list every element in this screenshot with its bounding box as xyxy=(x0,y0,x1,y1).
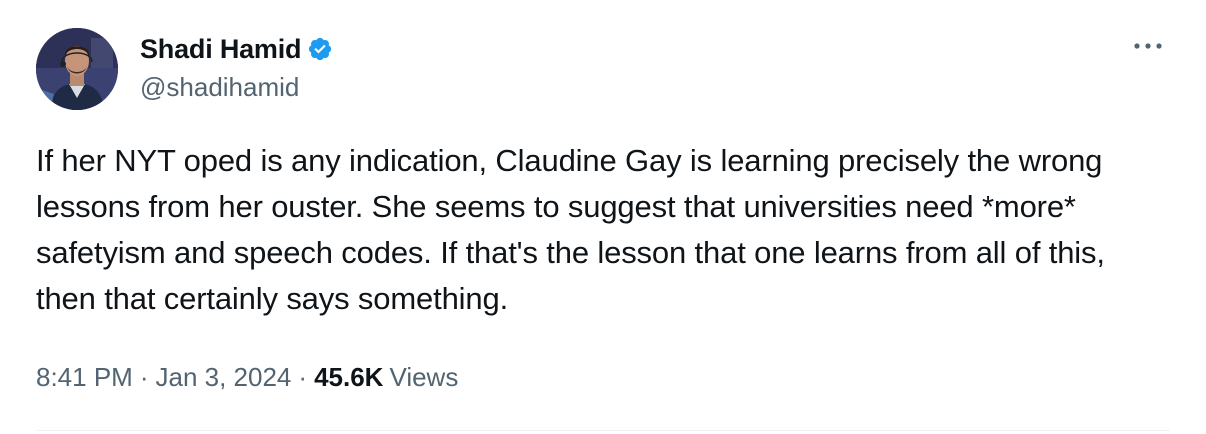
more-options-icon[interactable] xyxy=(1128,34,1168,58)
tweet-text: If her NYT oped is any indication, Claud… xyxy=(36,143,1105,316)
author-handle[interactable]: @shadihamid xyxy=(140,72,299,103)
tweet-metadata: 8:41 PM · Jan 3, 2024 · 45.6K Views xyxy=(36,362,458,393)
divider xyxy=(36,430,1170,431)
tweet-time[interactable]: 8:41 PM xyxy=(36,362,133,393)
tweet-card: Shadi Hamid @shadihamid If her NYT oped … xyxy=(0,0,1206,434)
avatar-image xyxy=(36,28,118,110)
views-count[interactable]: 45.6K xyxy=(314,362,383,393)
verified-badge-icon[interactable] xyxy=(307,36,333,62)
author-name-row: Shadi Hamid xyxy=(140,32,333,66)
tweet-date[interactable]: Jan 3, 2024 xyxy=(156,362,292,393)
author-display-name[interactable]: Shadi Hamid xyxy=(140,34,302,65)
avatar[interactable] xyxy=(36,28,118,110)
meta-separator: · xyxy=(139,362,149,392)
views-label[interactable]: Views xyxy=(389,362,458,393)
meta-separator: · xyxy=(298,362,308,392)
